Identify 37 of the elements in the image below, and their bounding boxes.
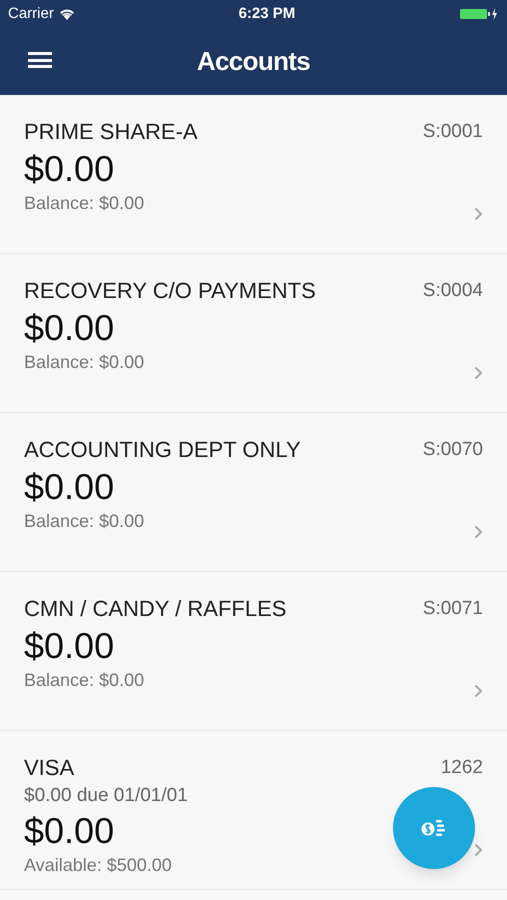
page-title: Accounts — [196, 45, 310, 78]
account-number: S:0070 — [422, 438, 483, 462]
chevron-icon — [474, 525, 483, 539]
battery-icon — [458, 8, 499, 20]
account-amount: $0.00 — [24, 307, 114, 349]
due-text: $0.00 due 01/01/01 — [24, 785, 188, 807]
account-number: S:0001 — [422, 120, 483, 144]
wifi-icon — [58, 8, 75, 20]
account-name: RECOVERY C/O PAYMENTS — [24, 278, 316, 304]
account-name: ACCOUNTING DEPT ONLY — [24, 437, 301, 463]
account-balance: Balance: $0.00 — [24, 351, 144, 373]
account-name: VISA — [24, 755, 74, 781]
account-row[interactable]: CMN / CANDY / RAFFLES S:0071 $0.00 Balance: $0.00 — [0, 572, 507, 731]
account-balance: Available: $500.00 — [24, 854, 172, 876]
account-row[interactable]: ACCOUNTING DEPT ONLY S:0070 $0.00 Balance: $0.00 — [0, 413, 507, 572]
chevron-icon — [474, 843, 483, 857]
account-row[interactable]: RECOVERY C/O PAYMENTS S:0004 $0.00 Balance: $0.00 — [0, 254, 507, 413]
chevron-icon — [474, 366, 483, 380]
account-number: S:0071 — [422, 597, 483, 621]
account-balance: Balance: $0.00 — [24, 510, 144, 532]
coin-icon — [421, 818, 447, 838]
account-number: 1262 — [440, 756, 483, 780]
account-amount: $0.00 — [24, 466, 114, 508]
account-amount: $0.00 — [24, 625, 114, 667]
status-time: 6:23 PM — [238, 4, 296, 24]
carrier-label: Carrier — [8, 4, 54, 24]
account-row[interactable]: PRIME SHARE-A S:0001 $0.00 Balance: $0.00 — [0, 95, 507, 254]
account-amount: $0.00 — [24, 810, 114, 852]
chevron-icon — [474, 684, 483, 698]
account-balance: Balance: $0.00 — [24, 192, 144, 214]
account-balance: Balance: $0.00 — [24, 669, 144, 691]
menu-button[interactable] — [28, 50, 52, 70]
account-name: PRIME SHARE-A — [24, 119, 198, 145]
account-amount: $0.00 — [24, 148, 114, 190]
account-number: S:0004 — [422, 279, 483, 303]
chevron-icon — [474, 207, 483, 221]
account-name: CMN / CANDY / RAFFLES — [24, 596, 286, 622]
